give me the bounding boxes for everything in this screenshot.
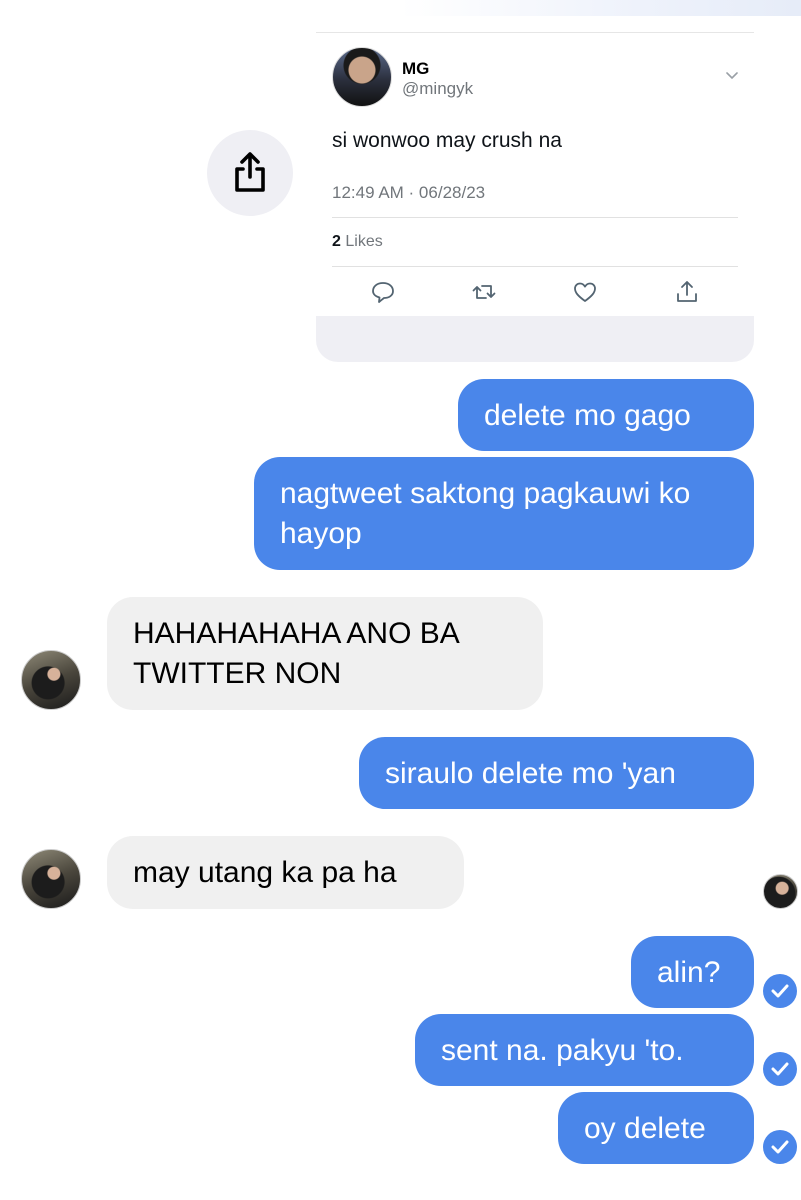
message-bubble-outgoing[interactable]: siraulo delete mo 'yan — [359, 737, 754, 809]
likes-count: 2 — [332, 233, 341, 250]
tweet-card-footer — [316, 316, 754, 362]
message-bubble-outgoing[interactable]: sent na. pakyu 'to. — [415, 1014, 754, 1086]
tweet-author-avatar[interactable] — [332, 47, 392, 107]
reply-icon[interactable] — [370, 279, 396, 305]
likes-label: Likes — [345, 233, 383, 250]
top-edge — [400, 0, 801, 16]
chevron-down-icon[interactable] — [726, 69, 738, 81]
message-bubble-outgoing[interactable]: nagtweet saktong pagkauwi ko hayop — [254, 457, 754, 570]
delivered-check-icon — [763, 1130, 797, 1164]
contact-avatar[interactable] — [21, 849, 81, 909]
share-icon — [235, 152, 265, 192]
contact-avatar[interactable] — [21, 650, 81, 710]
tweet-text: si wonwoo may crush na — [332, 129, 562, 152]
read-receipt-avatar — [763, 874, 798, 909]
message-bubble-incoming[interactable]: may utang ka pa ha — [107, 836, 464, 909]
message-bubble-outgoing[interactable]: delete mo gago — [458, 379, 754, 451]
message-bubble-outgoing[interactable]: alin? — [631, 936, 754, 1008]
message-bubble-incoming[interactable]: HAHAHAHAHA ANO BA TWITTER NON — [107, 597, 543, 710]
share-button[interactable] — [207, 130, 293, 216]
tweet-timestamp: 12:49 AM · 06/28/23 — [332, 183, 486, 202]
delivered-check-icon — [763, 974, 797, 1008]
retweet-icon[interactable] — [471, 279, 497, 305]
message-bubble-outgoing[interactable]: oy delete — [558, 1092, 754, 1164]
divider — [332, 217, 738, 218]
share-icon[interactable] — [674, 279, 700, 305]
delivered-check-icon — [763, 1052, 797, 1086]
divider — [332, 266, 738, 267]
tweet-author-name: MG — [402, 59, 430, 78]
tweet-author-handle: @mingyk — [402, 79, 474, 98]
shared-tweet-card[interactable]: MG @mingyk si wonwoo may crush na 12:49 … — [316, 32, 754, 362]
like-icon[interactable] — [572, 279, 598, 305]
tweet-likes[interactable]: 2 Likes — [332, 233, 383, 251]
